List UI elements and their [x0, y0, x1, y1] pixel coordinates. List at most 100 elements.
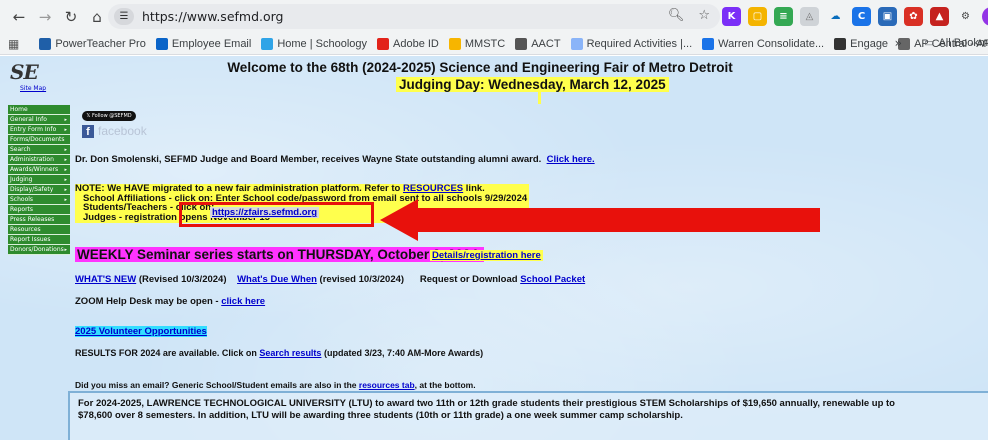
- bookmark-label: PowerTeacher Pro: [55, 37, 146, 50]
- sidebar-item[interactable]: Report Issues: [8, 235, 70, 245]
- resources-tab-link[interactable]: resources tab: [359, 380, 415, 390]
- extension-icon[interactable]: ◬: [800, 7, 819, 26]
- bookmark-item[interactable]: Employee Email: [155, 37, 252, 50]
- chevron-right-icon: ▸: [64, 157, 67, 163]
- page-title: Welcome to the 68th (2024-2025) Science …: [227, 60, 733, 75]
- bookmark-item[interactable]: Required Activities |...: [570, 37, 693, 50]
- site-map-link[interactable]: Site Map: [20, 85, 46, 92]
- puzzle-icon[interactable]: ⚙: [956, 7, 975, 26]
- facebook-link[interactable]: f facebook: [82, 124, 147, 138]
- mmstc-icon: [448, 37, 461, 50]
- bookmark-item[interactable]: Engage: [834, 37, 889, 50]
- email-suffix: , at the bottom.: [414, 380, 476, 390]
- browser-toolbar: ← → ↻ ⌂ ☰ https://www.sefmd.org 🔍︎ ☆ K ▢…: [0, 0, 988, 33]
- extension-icon[interactable]: ≡: [774, 7, 793, 26]
- smolenski-link[interactable]: Click here.: [547, 154, 595, 165]
- extension-icon[interactable]: C: [852, 7, 871, 26]
- bookmark-label: Home | Schoology: [277, 37, 368, 50]
- request-text: Request or Download: [419, 274, 521, 285]
- sidebar-item-label: Home: [10, 106, 28, 113]
- more-bookmarks-icon[interactable]: »: [895, 36, 902, 50]
- cloud-icon[interactable]: ☁: [826, 7, 845, 26]
- extension-icon[interactable]: K: [722, 7, 741, 26]
- chevron-right-icon: ▸: [64, 147, 67, 153]
- sidebar-item-label: Entry Form Info: [10, 126, 57, 133]
- reload-icon[interactable]: ↻: [58, 4, 84, 30]
- seminar-registration-link[interactable]: Details/registration here: [430, 250, 543, 261]
- bookmark-item[interactable]: AACT: [515, 37, 561, 50]
- bookmark-star-icon[interactable]: ☆: [698, 8, 710, 23]
- web-page: SE Site Map Home General Info ▸ Entry Form …: [0, 56, 988, 440]
- follow-label: Follow @SEFMD: [91, 113, 132, 119]
- sidebar-menu: Home General Info ▸ Entry Form Info ▸ Forms/D…: [8, 105, 70, 255]
- follow-twitter-button[interactable]: 𝕏 Follow @SEFMD: [82, 111, 136, 121]
- sidebar-item[interactable]: Press Releases: [8, 215, 70, 225]
- back-icon[interactable]: ←: [6, 4, 32, 30]
- adobe-icon: [377, 37, 390, 50]
- bookmark-item[interactable]: Warren Consolidate...: [702, 37, 825, 50]
- chevron-right-icon: ▸: [64, 167, 67, 173]
- profile-avatar[interactable]: J: [982, 7, 988, 26]
- extension-icon[interactable]: ✿: [904, 7, 923, 26]
- outlook-icon: [155, 37, 168, 50]
- bookmark-label: Required Activities |...: [586, 37, 693, 50]
- bookmark-label: Employee Email: [171, 37, 252, 50]
- home-icon[interactable]: ⌂: [84, 4, 110, 30]
- facebook-icon: f: [82, 124, 94, 138]
- smolenski-text: Dr. Don Smolenski, SEFMD Judge and Board…: [75, 154, 542, 165]
- search-results-link[interactable]: Search results: [259, 348, 321, 358]
- powerteacher-icon: [39, 37, 52, 50]
- bookmarks-bar: ▦ PowerTeacher Pro Employee Email Home | S…: [0, 33, 988, 55]
- engage-icon: [834, 37, 847, 50]
- whats-due-link[interactable]: What's Due When: [237, 274, 317, 285]
- bookmark-item[interactable]: MMSTC: [448, 37, 505, 50]
- chevron-right-icon: ▸: [64, 177, 67, 183]
- sidebar-item-label: Resources: [10, 226, 41, 233]
- sidebar-item[interactable]: Entry Form Info ▸: [8, 125, 70, 135]
- url-text[interactable]: https://www.sefmd.org: [142, 9, 284, 24]
- volunteer-link[interactable]: 2025 Volunteer Opportunities: [75, 326, 207, 337]
- sidebar-item[interactable]: Forms/Documents: [8, 135, 70, 145]
- zoom-icon[interactable]: 🔍︎: [668, 8, 685, 23]
- all-bookmarks-button[interactable]: ▭ All Bookm: [924, 36, 988, 50]
- sidebar-item[interactable]: General Info ▸: [8, 115, 70, 125]
- extension-icon[interactable]: ▲: [930, 7, 949, 26]
- weekly-seminar-banner: WEEKLY Seminar series starts on THURSDAY…: [75, 247, 484, 262]
- sidebar-item-label: Forms/Documents: [10, 136, 65, 143]
- sidebar-item[interactable]: Administration ▸: [8, 155, 70, 165]
- zoom-link[interactable]: click here: [221, 296, 265, 307]
- apps-grid-icon[interactable]: ▦: [8, 37, 19, 51]
- bookmark-item[interactable]: PowerTeacher Pro: [39, 37, 146, 50]
- ltu-scholarship-box: For 2024-2025, LAWRENCE TECHNOLOGICAL UN…: [68, 391, 988, 440]
- bookmark-item[interactable]: Adobe ID: [377, 37, 439, 50]
- extension-icon[interactable]: ▢: [748, 7, 767, 26]
- results-text: RESULTS FOR 2024 are available. Click on: [75, 348, 260, 358]
- all-bookmarks-label: All Bookm: [938, 36, 988, 49]
- smolenski-line: Dr. Don Smolenski, SEFMD Judge and Board…: [75, 154, 595, 165]
- sidebar-item[interactable]: Search ▸: [8, 145, 70, 155]
- chevron-right-icon: ▸: [64, 197, 67, 203]
- bookmark-item[interactable]: Home | Schoology: [261, 37, 368, 50]
- bookmark-label: Engage: [850, 37, 889, 50]
- site-info-icon[interactable]: ☰: [114, 8, 134, 25]
- activities-icon: [570, 37, 583, 50]
- extension-icon[interactable]: ▣: [878, 7, 897, 26]
- sidebar-item-label: Press Releases: [10, 216, 55, 223]
- sidebar-item[interactable]: Awards/Winners ▸: [8, 165, 70, 175]
- sidebar-item[interactable]: Schools ▸: [8, 195, 70, 205]
- forward-icon[interactable]: →: [32, 4, 58, 30]
- sidebar-item-label: Schools: [10, 196, 34, 203]
- school-packet-link[interactable]: School Packet: [520, 274, 585, 285]
- email-text: Did you miss an email? Generic School/St…: [75, 380, 359, 390]
- sidebar-item[interactable]: Resources: [8, 225, 70, 235]
- whats-new-link[interactable]: WHAT'S NEW: [75, 274, 136, 285]
- sidebar-item[interactable]: Home: [8, 105, 70, 115]
- address-bar[interactable]: ☰ https://www.sefmd.org 🔍︎ ☆: [108, 4, 720, 29]
- sidebar-item[interactable]: Display/Safety ▸: [8, 185, 70, 195]
- sidebar-item[interactable]: Judging ▸: [8, 175, 70, 185]
- bookmark-label: Warren Consolidate...: [718, 37, 825, 50]
- sidebar-item[interactable]: Donors/Donations ▸: [8, 245, 70, 255]
- sidebar-item-label: General Info: [10, 116, 47, 123]
- sidebar-item[interactable]: Reports: [8, 205, 70, 215]
- zfairs-link[interactable]: https://zfairs.sefmd.org: [210, 207, 320, 218]
